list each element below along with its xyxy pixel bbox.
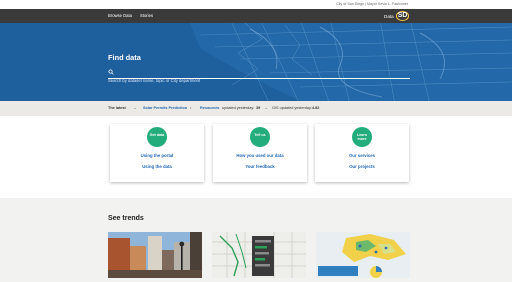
logo-text: Data	[384, 13, 394, 19]
feedback-link[interactable]: Your feedback	[213, 164, 307, 169]
top-navigation: Browse Data Stories Data SD	[0, 9, 512, 23]
hero-search-section: Find data	[0, 23, 512, 101]
card-tell-us: Tell us How you used our data Your feedb…	[213, 124, 307, 182]
search-input[interactable]	[108, 76, 388, 85]
choropleth-map-thumbnail	[316, 232, 410, 278]
latest-updates-bar: The latest → Solar Permits Prediction • …	[0, 101, 512, 116]
nav-browse-data[interactable]: Browse Data	[108, 13, 132, 18]
resources-update-text: updated yesterday:	[222, 106, 255, 110]
city-street-photo	[108, 232, 202, 278]
using-data-link[interactable]: Using the data	[110, 164, 204, 169]
trend-card-map[interactable]	[212, 232, 306, 278]
nav-stories[interactable]: Stories	[140, 13, 153, 18]
government-bar-text: City of San Diego | Mayor Kevin L. Faulc…	[336, 2, 408, 6]
government-bar: City of San Diego | Mayor Kevin L. Faulc…	[0, 0, 512, 9]
how-used-data-link[interactable]: How you used our data	[213, 153, 307, 158]
trend-card-choropleth[interactable]	[316, 232, 410, 278]
page-title: Find data	[108, 53, 141, 62]
solar-permits-link[interactable]: Solar Permits Prediction	[143, 106, 187, 110]
tell-us-icon: Tell us	[250, 127, 270, 147]
see-trends-section: See trends	[0, 198, 512, 282]
gis-update-text: GIS updated yesterday:	[272, 106, 312, 110]
our-services-link[interactable]: Our services	[315, 153, 409, 158]
resources-link[interactable]: Resources	[200, 106, 219, 110]
arrow-icon: →	[133, 106, 137, 110]
latest-label: The latest	[108, 106, 126, 110]
trend-card-city-photo[interactable]	[108, 232, 202, 278]
resources-update-count: 39	[256, 106, 261, 110]
card-get-data: Get data Using the portal Using the data	[110, 124, 204, 182]
search-icon[interactable]	[108, 69, 114, 75]
action-cards: Get data Using the portal Using the data…	[0, 124, 512, 184]
logo-badge: SD	[395, 11, 410, 21]
city-map-background	[0, 23, 512, 101]
datasd-logo[interactable]: Data SD	[384, 11, 410, 21]
our-projects-link[interactable]: Our projects	[315, 164, 409, 169]
arrow-icon: →	[264, 106, 268, 110]
street-map-thumbnail	[212, 232, 306, 278]
card-learn-more: Learn more Our services Our projects	[315, 124, 409, 182]
dataset-search	[108, 69, 410, 85]
using-portal-link[interactable]: Using the portal	[110, 153, 204, 158]
gis-update-value: 4.82	[312, 106, 320, 110]
arrow-icon: •	[190, 106, 192, 110]
learn-more-icon: Learn more	[352, 127, 372, 147]
get-data-icon: Get data	[147, 127, 167, 147]
trends-heading: See trends	[108, 215, 144, 222]
